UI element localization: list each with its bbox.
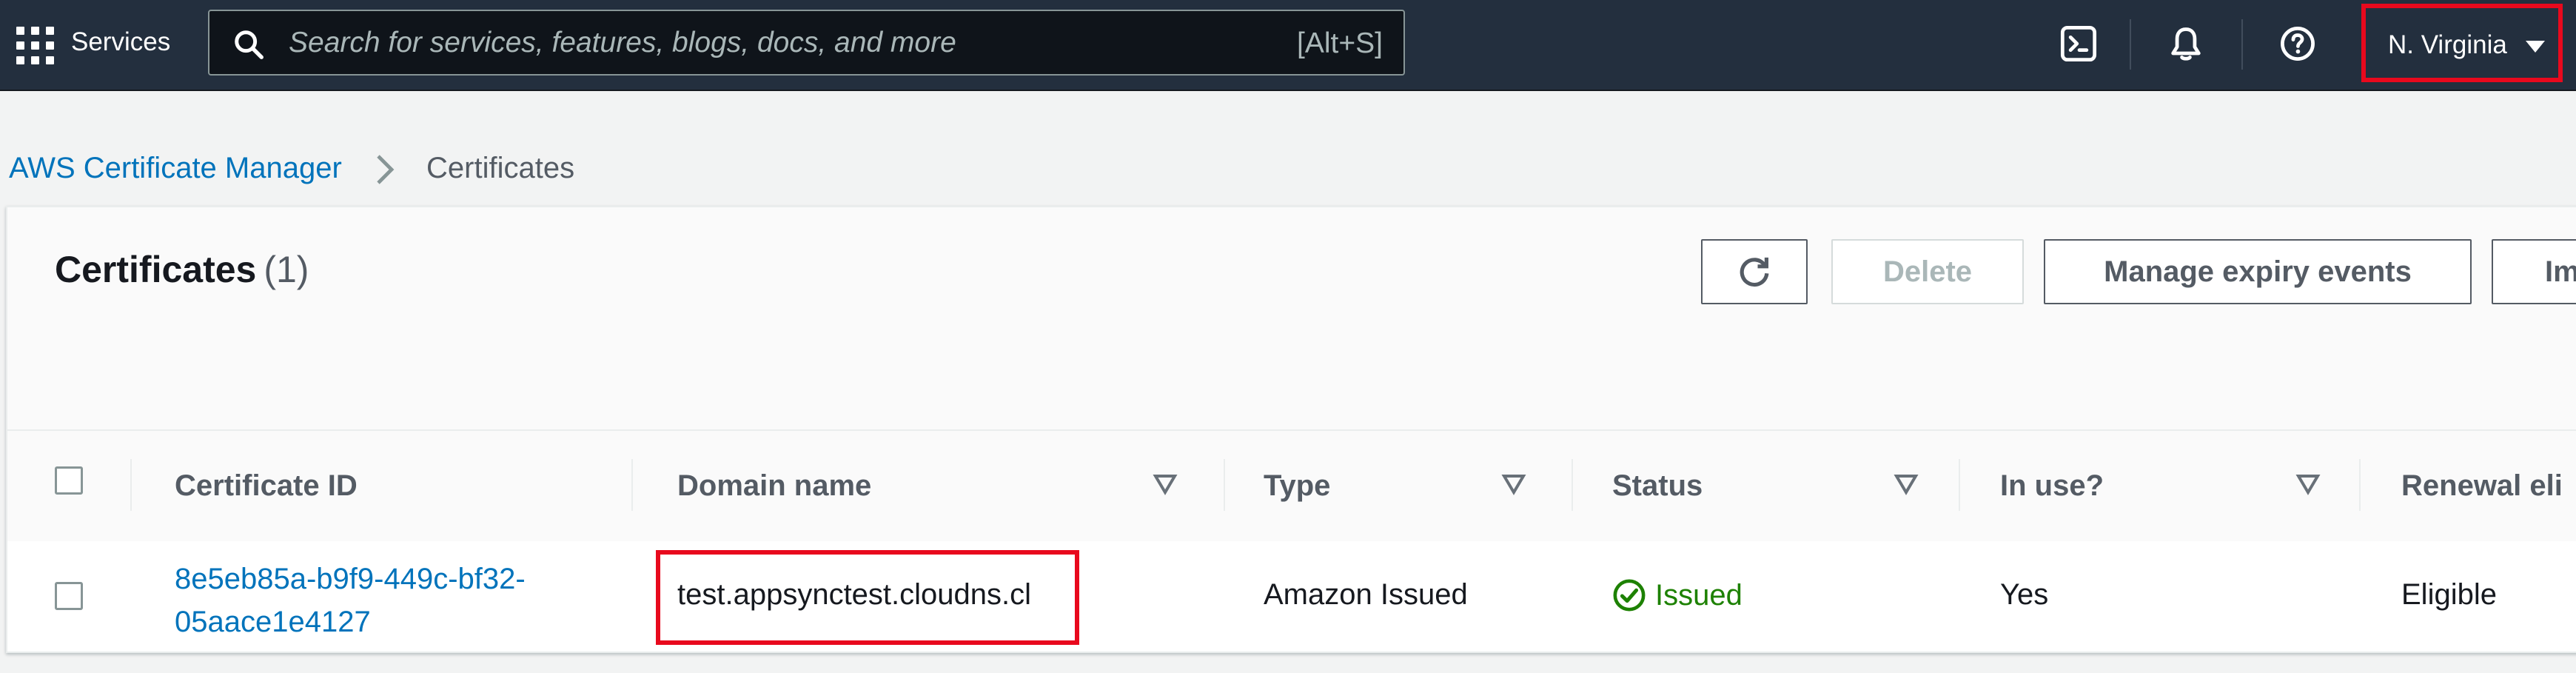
- certificates-count: (1): [264, 249, 309, 290]
- certificates-table-container: Certificates (1) Delete Manage expiry eve…: [6, 206, 2576, 653]
- column-divider: [1572, 459, 1573, 511]
- services-menu-button[interactable]: Services: [71, 27, 170, 57]
- region-selector-highlighted[interactable]: N. Virginia: [2361, 4, 2563, 82]
- top-navigation-bar: Services [Alt+S] N. Virginia: [0, 0, 2576, 91]
- delete-button[interactable]: Delete: [1831, 239, 2024, 304]
- domain-name-cell: test.appsynctest.cloudns.cl: [677, 578, 1032, 611]
- certificates-title: Certificates: [55, 249, 257, 290]
- status-text: Issued: [1655, 578, 1743, 612]
- nav-divider: [2241, 19, 2243, 70]
- status-cell: Issued: [1612, 578, 1743, 612]
- breadcrumb: AWS Certificate Manager Certificates: [9, 152, 574, 186]
- column-header-status[interactable]: Status: [1612, 469, 1703, 503]
- page-title: Certificates (1): [55, 248, 309, 291]
- nav-divider: [2130, 19, 2131, 70]
- help-icon[interactable]: [2278, 24, 2317, 63]
- manage-expiry-events-button[interactable]: Manage expiry events: [2044, 239, 2472, 304]
- region-label: N. Virginia: [2388, 30, 2507, 59]
- certificate-id-line-1: 8e5eb85a-b9f9-449c-bf32-: [175, 563, 526, 595]
- sort-caret-down-icon[interactable]: [2295, 473, 2321, 495]
- import-button[interactable]: Im: [2492, 239, 2576, 304]
- refresh-button[interactable]: [1701, 239, 1808, 304]
- column-divider: [2359, 459, 2361, 511]
- column-header-in-use[interactable]: In use?: [2000, 469, 2104, 503]
- sort-caret-down-icon[interactable]: [1501, 473, 1526, 495]
- sort-caret-down-icon[interactable]: [1894, 473, 1919, 495]
- type-cell: Amazon Issued: [1264, 578, 1468, 611]
- column-header-type[interactable]: Type: [1264, 469, 1330, 503]
- column-divider: [1959, 459, 1960, 511]
- certificate-id-link[interactable]: 8e5eb85a-b9f9-449c-bf32- 05aace1e4127: [175, 558, 589, 643]
- select-all-checkbox[interactable]: [55, 466, 83, 495]
- caret-down-icon: [2526, 41, 2545, 53]
- column-header-domain-name[interactable]: Domain name: [677, 469, 871, 503]
- column-divider: [631, 459, 633, 511]
- column-header-renewal-eligibility[interactable]: Renewal eli: [2401, 469, 2563, 503]
- refresh-icon: [1740, 257, 1769, 287]
- check-circle-icon: [1613, 579, 1646, 612]
- renewal-eligibility-cell: Eligible: [2401, 578, 2497, 611]
- column-divider: [130, 459, 132, 511]
- in-use-cell: Yes: [2000, 578, 2049, 611]
- services-grid-icon[interactable]: [16, 27, 55, 65]
- search-shortcut-hint: [Alt+S]: [1297, 27, 1383, 59]
- column-header-certificate-id[interactable]: Certificate ID: [175, 469, 358, 503]
- table-row[interactable]: 8e5eb85a-b9f9-449c-bf32- 05aace1e4127 te…: [7, 541, 2576, 652]
- certificate-id-line-2: 05aace1e4127: [175, 606, 371, 638]
- sort-caret-down-icon[interactable]: [1153, 473, 1178, 495]
- row-select-checkbox[interactable]: [55, 582, 83, 610]
- global-search-bar[interactable]: [Alt+S]: [208, 10, 1405, 76]
- search-icon: [235, 30, 264, 59]
- breadcrumb-current: Certificates: [426, 152, 575, 184]
- chevron-right-icon: [377, 155, 395, 185]
- table-header: Certificate ID Domain name Type Status I…: [7, 429, 2576, 543]
- column-divider: [1224, 459, 1225, 511]
- breadcrumb-acm-link[interactable]: AWS Certificate Manager: [9, 152, 342, 184]
- search-input[interactable]: [287, 21, 1252, 64]
- bell-icon[interactable]: [2167, 24, 2205, 63]
- cloudshell-icon[interactable]: [2059, 24, 2098, 63]
